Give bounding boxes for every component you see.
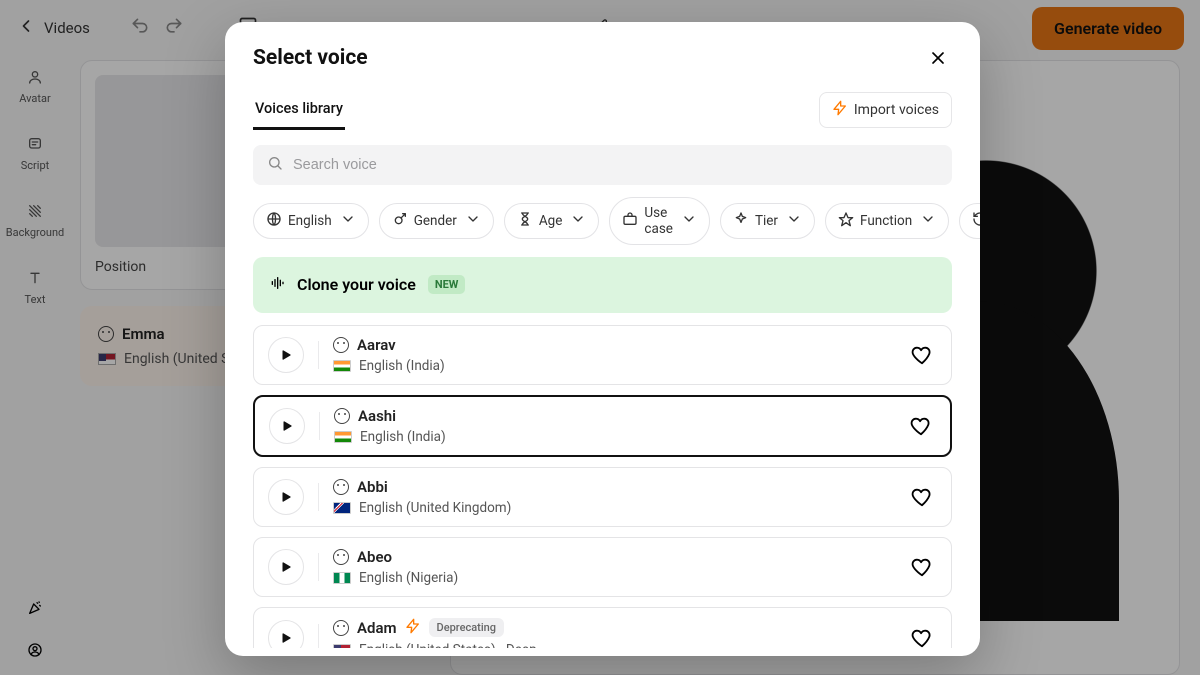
voice-name: Aashi xyxy=(358,407,396,425)
filter-language-label: English xyxy=(288,213,332,229)
chevron-down-icon xyxy=(786,211,802,231)
voice-language: English (India) xyxy=(359,358,445,374)
filter-use-case-label: Use case xyxy=(644,205,673,237)
filters-row: English Gender Age Use case Tier xyxy=(253,197,952,245)
clone-banner-text: Clone your voice xyxy=(297,275,416,294)
bolt-icon xyxy=(405,618,421,638)
clone-voice-banner[interactable]: Clone your voice NEW xyxy=(253,257,952,313)
filter-age-label: Age xyxy=(539,213,563,229)
play-voice-button[interactable] xyxy=(268,337,304,373)
voice-info: Aarav English (India) xyxy=(333,336,893,374)
play-voice-button[interactable] xyxy=(268,549,304,585)
voice-face-icon xyxy=(333,620,349,636)
favorite-button[interactable] xyxy=(907,340,937,370)
import-voices-button[interactable]: Import voices xyxy=(819,92,952,128)
favorite-button[interactable] xyxy=(907,623,937,649)
voice-row[interactable]: Abeo English (Nigeria) xyxy=(253,537,952,597)
flag-icon xyxy=(333,644,351,649)
select-voice-modal: Select voice Voices library Import voice… xyxy=(225,22,980,656)
voice-language: English (United Kingdom) xyxy=(359,500,511,516)
search-input[interactable] xyxy=(291,156,938,174)
filter-gender-label: Gender xyxy=(414,213,457,229)
tab-voices-library[interactable]: Voices library xyxy=(253,90,345,130)
voice-name: Abeo xyxy=(357,548,392,566)
new-badge: NEW xyxy=(428,275,466,294)
search-icon xyxy=(267,155,283,175)
voice-face-icon xyxy=(333,337,349,353)
separator xyxy=(318,341,319,369)
voice-name: Abbi xyxy=(357,478,388,496)
voice-info: Adam Deprecating English (United States) ·… xyxy=(333,618,893,649)
separator xyxy=(318,483,319,511)
search-wrap xyxy=(253,145,952,185)
filter-tier-label: Tier xyxy=(755,213,778,229)
deprecating-badge: Deprecating xyxy=(429,618,504,637)
voice-info: Abeo English (Nigeria) xyxy=(333,548,893,586)
chevron-down-icon xyxy=(920,211,936,231)
voice-name: Aarav xyxy=(357,336,396,354)
chevron-down-icon xyxy=(570,211,586,231)
filter-function-label: Function xyxy=(860,213,912,229)
filter-reset[interactable]: Reset xyxy=(959,203,980,239)
filter-use-case[interactable]: Use case xyxy=(609,197,710,245)
filter-age[interactable]: Age xyxy=(504,203,600,239)
globe-icon xyxy=(266,211,282,231)
favorite-button[interactable] xyxy=(907,482,937,512)
flag-icon xyxy=(333,502,351,514)
close-modal-button[interactable] xyxy=(924,44,952,72)
voice-info: Abbi English (United Kingdom) xyxy=(333,478,893,516)
voice-list: Aarav English (India) Aashi English (India)… xyxy=(253,325,952,649)
favorite-button[interactable] xyxy=(907,552,937,582)
voice-language: English (United States) · Deep xyxy=(359,642,537,649)
separator xyxy=(319,412,320,440)
waveform-icon xyxy=(269,275,285,295)
play-voice-button[interactable] xyxy=(268,479,304,515)
sparkle-icon xyxy=(733,211,749,231)
voice-language: English (India) xyxy=(360,429,446,445)
voice-language: English (Nigeria) xyxy=(359,570,458,586)
play-voice-button[interactable] xyxy=(269,408,305,444)
filter-gender[interactable]: Gender xyxy=(379,203,494,239)
filter-function[interactable]: Function xyxy=(825,203,949,239)
bolt-icon xyxy=(832,100,848,120)
voice-name: Adam xyxy=(357,619,397,637)
favorite-button[interactable] xyxy=(906,411,936,441)
separator xyxy=(318,553,319,581)
import-voices-label: Import voices xyxy=(854,102,939,118)
flag-icon xyxy=(333,360,351,372)
play-voice-button[interactable] xyxy=(268,620,304,649)
chevron-down-icon xyxy=(465,211,481,231)
flag-icon xyxy=(334,431,352,443)
chevron-down-icon xyxy=(681,211,697,231)
chevron-down-icon xyxy=(340,211,356,231)
filter-language[interactable]: English xyxy=(253,203,369,239)
star-icon xyxy=(838,211,854,231)
voice-row[interactable]: Aashi English (India) xyxy=(253,395,952,457)
reset-icon xyxy=(972,211,980,231)
modal-title: Select voice xyxy=(253,46,368,70)
voice-row[interactable]: Aarav English (India) xyxy=(253,325,952,385)
voice-row[interactable]: Abbi English (United Kingdom) xyxy=(253,467,952,527)
filter-tier[interactable]: Tier xyxy=(720,203,815,239)
flag-icon xyxy=(333,572,351,584)
voice-info: Aashi English (India) xyxy=(334,407,892,445)
voice-face-icon xyxy=(333,479,349,495)
voice-face-icon xyxy=(334,408,350,424)
hourglass-icon xyxy=(517,211,533,231)
briefcase-icon xyxy=(622,211,638,231)
voice-face-icon xyxy=(333,549,349,565)
gender-icon xyxy=(392,211,408,231)
voice-row[interactable]: Adam Deprecating English (United States) ·… xyxy=(253,607,952,649)
separator xyxy=(318,624,319,649)
